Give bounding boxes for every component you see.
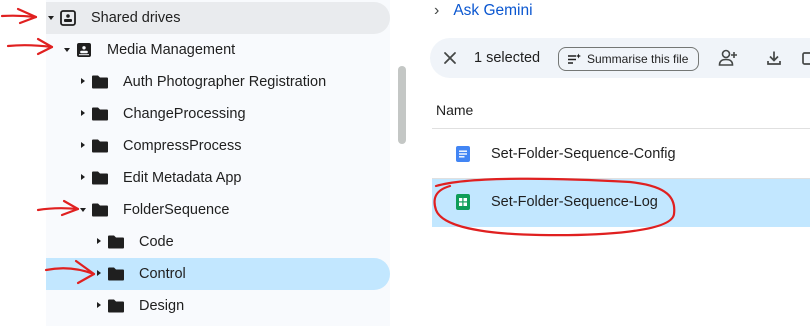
folder-icon (92, 171, 108, 185)
sidebar-item-edit-metadata-app[interactable]: Edit Metadata App (46, 162, 390, 194)
summarise-button[interactable]: Summarise this file (558, 47, 700, 71)
summarise-icon (568, 53, 581, 64)
sidebar-item-label: ChangeProcessing (123, 106, 246, 122)
sidebar-item-label: Design (139, 298, 185, 314)
sidebar-item-label: Code (139, 234, 174, 250)
sidebar-item-label: Edit Metadata App (123, 170, 242, 186)
sidebar-item-design[interactable]: Design (46, 290, 390, 322)
selection-toolbar: 1 selected Summarise this file (430, 38, 810, 78)
sidebar-item-control[interactable]: Control (46, 258, 390, 290)
sidebar-item-media-management[interactable]: Media Management (46, 34, 390, 66)
file-row-config[interactable]: Set-Folder-Sequence-Config (432, 130, 810, 178)
move-icon[interactable] (800, 48, 810, 68)
divider (432, 128, 810, 129)
google-sheets-icon (456, 194, 470, 210)
caret-down-icon[interactable] (80, 208, 86, 212)
caret-right-icon[interactable] (81, 110, 85, 116)
caret-right-icon[interactable] (81, 78, 85, 84)
summarise-label: Summarise this file (587, 52, 689, 66)
folder-icon (92, 107, 108, 121)
google-docs-icon (456, 146, 470, 162)
sidebar-item-label: Media Management (107, 42, 236, 58)
chevron-right-icon: › (434, 2, 440, 19)
caret-down-icon[interactable] (64, 48, 70, 52)
shared-drive-icon (77, 43, 91, 57)
caret-right-icon[interactable] (97, 238, 101, 244)
folder-icon (108, 267, 124, 281)
shared-drives-icon (60, 10, 76, 26)
sidebar-item-shared-drives[interactable]: Shared drives (46, 2, 390, 34)
ask-gemini[interactable]: › Ask Gemini (434, 0, 533, 22)
caret-right-icon[interactable] (97, 302, 101, 308)
folder-icon (108, 299, 124, 313)
sidebar-item-label: Control (139, 266, 186, 282)
sidebar-item-label: Shared drives (91, 10, 181, 26)
sidebar-item-auth-photographer-registration[interactable]: Auth Photographer Registration (46, 66, 390, 98)
sidebar-item-changeprocessing[interactable]: ChangeProcessing (46, 98, 390, 130)
column-header-name[interactable]: Name (436, 102, 473, 118)
ask-gemini-link[interactable]: Ask Gemini (453, 2, 532, 20)
caret-down-icon[interactable] (48, 16, 54, 20)
selected-count: 1 selected (474, 50, 541, 66)
annotation-arrow-shared-drives (0, 14, 38, 19)
caret-right-icon[interactable] (97, 270, 101, 276)
sidebar-item-foldersequence[interactable]: FolderSequence (46, 194, 390, 226)
sidebar-item-compressprocess[interactable]: CompressProcess (46, 130, 390, 162)
caret-right-icon[interactable] (81, 174, 85, 180)
folder-icon (92, 139, 108, 153)
sidebar-item-code[interactable]: Code (46, 226, 390, 258)
sidebar-item-label: FolderSequence (123, 202, 230, 218)
download-icon[interactable] (764, 48, 784, 68)
caret-right-icon[interactable] (81, 142, 85, 148)
close-icon[interactable] (440, 48, 460, 68)
sidebar-item-label: CompressProcess (123, 138, 242, 154)
file-name: Set-Folder-Sequence-Config (491, 146, 676, 162)
file-name: Set-Folder-Sequence-Log (491, 194, 658, 210)
sidebar-scrollbar[interactable] (398, 66, 406, 144)
file-row-log[interactable]: Set-Folder-Sequence-Log (432, 179, 810, 227)
sidebar-tree: Shared drives Media Management Auth Phot… (46, 0, 390, 326)
folder-icon (92, 75, 108, 89)
folder-icon (108, 235, 124, 249)
folder-icon (92, 203, 108, 217)
share-person-add-icon[interactable] (718, 48, 738, 68)
sidebar-item-label: Auth Photographer Registration (123, 74, 327, 90)
